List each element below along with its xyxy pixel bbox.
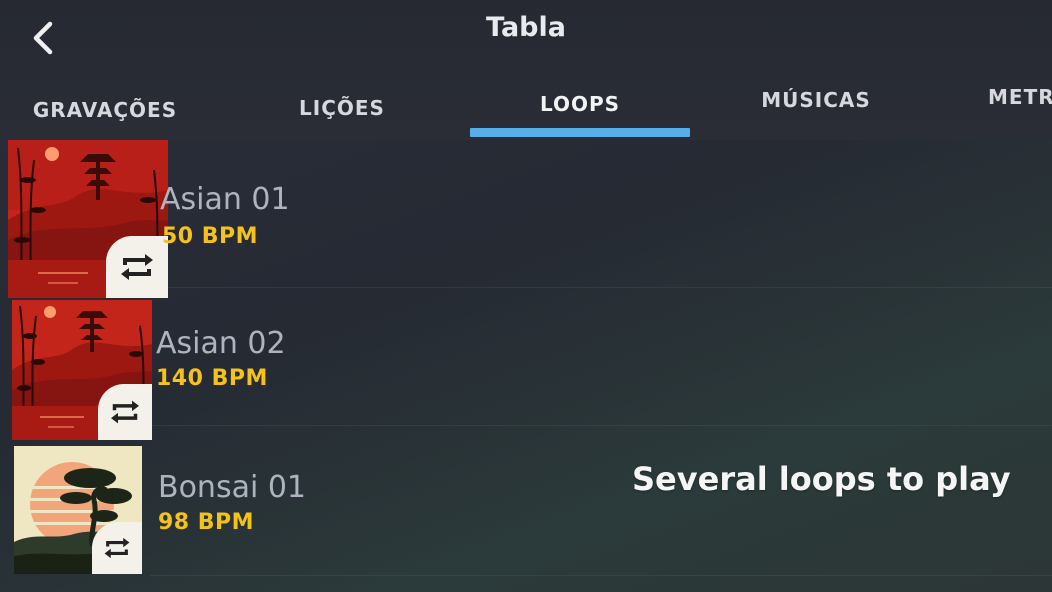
loop-icon xyxy=(104,537,130,559)
promo-caption: Several loops to play xyxy=(632,460,1011,498)
red-pagoda-art xyxy=(12,300,152,440)
loop-name: Asian 02 xyxy=(156,326,286,361)
loop-bpm: 50 BPM xyxy=(162,224,259,249)
page-title: Tabla xyxy=(486,12,566,43)
list-item[interactable]: Asian 02 140 BPM xyxy=(0,288,1052,440)
red-pagoda-art xyxy=(8,140,168,298)
row-divider xyxy=(150,575,1052,576)
tab-licoes[interactable]: LIÇÕES xyxy=(262,78,422,138)
app-header: Tabla GRAVAÇÕES LIÇÕES LOOPS MÚSICAS MET… xyxy=(0,0,1052,140)
bonsai-sunset-art xyxy=(14,446,142,574)
tab-loops[interactable]: LOOPS xyxy=(500,74,660,134)
list-item[interactable]: Bonsai 01 98 BPM xyxy=(0,426,1052,576)
tab-gravacoes[interactable]: GRAVAÇÕES xyxy=(20,80,190,140)
tab-musicas[interactable]: MÚSICAS xyxy=(736,70,896,130)
list-item[interactable]: Asian 01 50 BPM xyxy=(0,140,1052,298)
active-tab-indicator xyxy=(470,128,690,137)
loop-icon xyxy=(121,254,153,280)
loop-name: Asian 01 xyxy=(160,182,290,217)
loop-bpm: 140 BPM xyxy=(156,366,268,391)
loop-name: Bonsai 01 xyxy=(158,470,307,505)
loop-icon xyxy=(111,400,139,424)
loops-list: Asian 01 50 BPM Asian 02 140 BPM Bonsai … xyxy=(0,140,1052,592)
loop-bpm: 98 BPM xyxy=(158,510,255,535)
tab-metronomo[interactable]: METRO xyxy=(988,67,1052,127)
loop-badge xyxy=(92,522,142,574)
